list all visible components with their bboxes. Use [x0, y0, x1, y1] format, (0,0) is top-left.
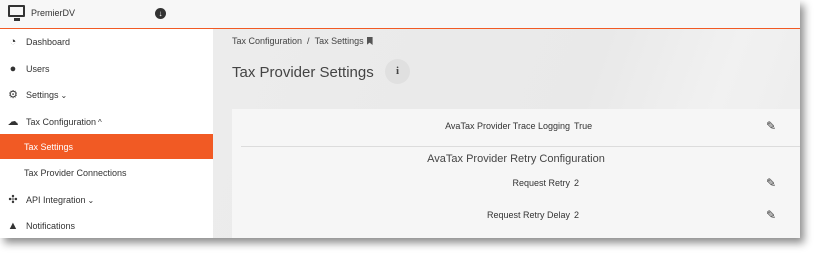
settings-panel: AvaTax Provider Trace Logging True ✎ Ava…	[232, 109, 800, 238]
top-bar: PremierDV ↓	[0, 0, 800, 29]
chevron-down-icon: ⌄	[60, 91, 68, 100]
chevron-up-icon: ^	[98, 118, 102, 127]
sidebar-item-label: Tax Settings	[24, 142, 74, 152]
edit-pencil-icon[interactable]: ✎	[766, 208, 776, 222]
cloud-upload-icon: ☁	[7, 116, 19, 128]
bell-icon: ▲	[7, 220, 19, 232]
setting-row-trace-logging: AvaTax Provider Trace Logging True ✎	[232, 116, 800, 136]
breadcrumb-current: Tax Settings	[314, 36, 364, 46]
sidebar-item-tax-provider-connections[interactable]: Tax Provider Connections	[0, 160, 213, 186]
breadcrumb: Tax Configuration / Tax Settings	[232, 36, 373, 46]
app-title: PremierDV	[31, 8, 76, 18]
sidebar: ◔ Dashboard ● Users ⚙ Settings ⌄ ☁ Tax Co…	[0, 29, 213, 238]
sidebar-item-tax-settings[interactable]: Tax Settings	[0, 134, 213, 159]
edit-pencil-icon[interactable]: ✎	[766, 119, 776, 133]
sidebar-item-label: Users	[26, 64, 50, 74]
main-content: Tax Configuration / Tax Settings Tax Provi…	[213, 29, 800, 238]
sidebar-item-dashboard[interactable]: ◔ Dashboard	[0, 29, 213, 55]
page-title: Tax Provider Settings	[232, 64, 374, 81]
setting-value: True	[574, 121, 593, 131]
divider	[241, 146, 800, 147]
gear-icon: ⚙	[8, 89, 18, 101]
setting-label: Request Retry	[512, 178, 570, 188]
sidebar-item-api-integration[interactable]: ✣ API Integration ⌄	[0, 187, 213, 213]
sidebar-item-label: Settings	[26, 90, 59, 100]
info-button[interactable]: i	[385, 59, 410, 84]
sidebar-item-notifications[interactable]: ▲ Notifications	[0, 213, 213, 238]
sidebar-item-label: Tax Provider Connections	[24, 168, 127, 178]
monitor-icon	[8, 5, 25, 21]
users-icon: ●	[9, 63, 17, 75]
sidebar-item-label: API Integration	[26, 195, 86, 205]
sidebar-item-label: Tax Configuration	[26, 117, 97, 127]
sidebar-item-label: Dashboard	[26, 37, 71, 47]
breadcrumb-separator: /	[307, 36, 310, 46]
dashboard-icon: ◔	[9, 36, 17, 48]
setting-value: 2	[574, 210, 580, 220]
setting-label: AvaTax Provider Trace Logging	[445, 121, 570, 131]
setting-label: Request Retry Delay	[486, 210, 570, 220]
chevron-down-icon: ⌄	[87, 196, 95, 205]
setting-row-request-retry-delay: Request Retry Delay 2 ✎	[232, 205, 800, 225]
setting-row-request-retry: Request Retry 2 ✎	[232, 173, 800, 193]
crosshair-icon: ✣	[8, 194, 18, 206]
app-window: PremierDV ↓ ◔ Dashboard ● Users ⚙ Settin…	[0, 0, 800, 238]
sidebar-item-settings[interactable]: ⚙ Settings ⌄	[0, 82, 213, 108]
edit-pencil-icon[interactable]: ✎	[766, 176, 776, 190]
breadcrumb-parent-link[interactable]: Tax Configuration	[232, 36, 302, 46]
sidebar-item-tax-configuration[interactable]: ☁ Tax Configuration ^	[0, 109, 213, 135]
sidebar-item-users[interactable]: ● Users	[0, 56, 213, 82]
bookmark-icon[interactable]	[366, 37, 373, 45]
download-icon[interactable]: ↓	[155, 8, 166, 19]
setting-value: 2	[574, 178, 580, 188]
section-title: AvaTax Provider Retry Configuration	[427, 153, 605, 165]
sidebar-item-label: Notifications	[26, 221, 76, 231]
